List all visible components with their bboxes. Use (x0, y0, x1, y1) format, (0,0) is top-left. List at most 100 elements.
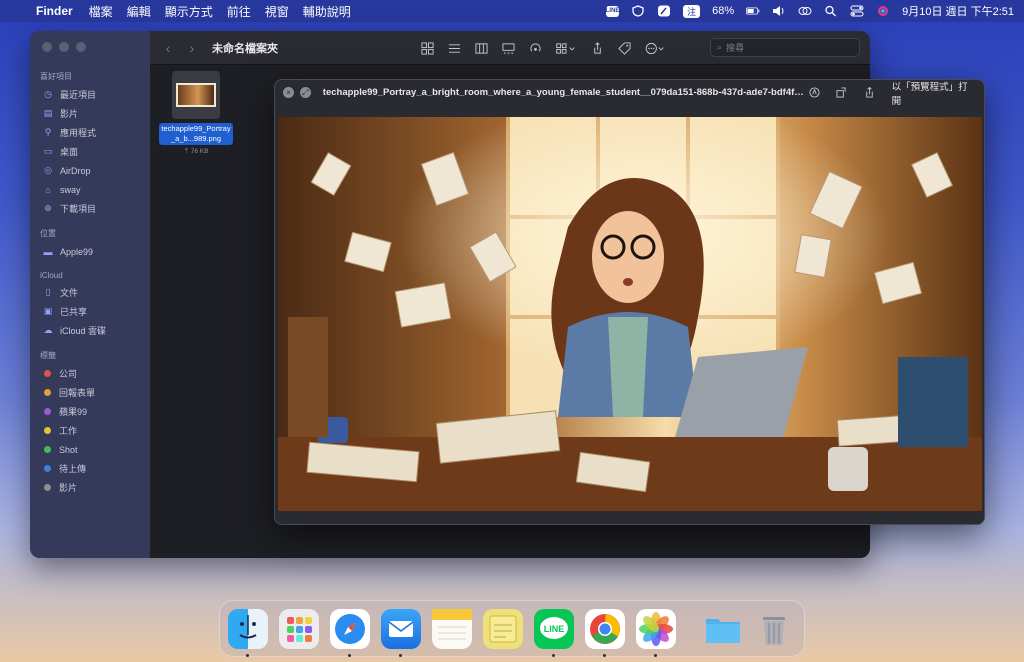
sidebar-tag-report[interactable]: 回報表單 (30, 383, 150, 402)
battery-icon[interactable] (746, 5, 760, 17)
disk-icon: ▬ (43, 246, 53, 257)
dock-downloads-folder-icon[interactable] (703, 609, 743, 649)
open-with-preview-button[interactable]: 以「預覽程式」打開 (892, 80, 976, 107)
column-view-icon[interactable] (474, 41, 488, 55)
control-center-icon[interactable] (850, 5, 864, 17)
sidebar-item-apple99[interactable]: ▬ Apple99 (30, 242, 150, 261)
tag-dot-icon (44, 408, 51, 415)
dock-photos-icon[interactable] (636, 608, 676, 657)
desktop-icon: ▭ (43, 146, 53, 156)
quick-look-titlebar: × ⤢ techapple99_Portray_a_bright_room_wh… (275, 80, 984, 107)
dock-trash-icon[interactable] (754, 609, 794, 649)
sidebar-item-documents[interactable]: ▯ 文件 (30, 283, 150, 302)
clock-icon: ◷ (44, 89, 52, 99)
forward-button[interactable]: › (180, 40, 204, 56)
feather-status-icon[interactable] (657, 5, 671, 17)
sidebar-item-home[interactable]: ⌂ sway (30, 180, 150, 199)
sidebar-tag-company[interactable]: 公司 (30, 364, 150, 383)
gallery-view-icon[interactable] (501, 41, 515, 55)
running-indicator (654, 653, 657, 657)
sidebar-item-downloads[interactable]: ⊕ 下載項目 (30, 199, 150, 218)
file-thumbnail[interactable] (172, 71, 220, 119)
dock-safari-icon[interactable] (330, 608, 370, 657)
fullscreen-icon[interactable]: ⤢ (299, 87, 311, 98)
spotlight-search-icon[interactable] (824, 5, 838, 17)
menu-view[interactable]: 顯示方式 (165, 3, 213, 20)
sidebar-item-applications[interactable]: ⚲ 應用程式 (30, 123, 150, 142)
dock-line-icon[interactable]: LINE (534, 608, 574, 657)
menu-go[interactable]: 前往 (227, 3, 251, 20)
rotate-icon[interactable] (836, 87, 848, 99)
markup-icon[interactable] (808, 87, 820, 99)
sidebar-item-shared[interactable]: ▣ 已共享 (30, 302, 150, 321)
airdrop-icon: ◎ (44, 165, 52, 175)
dock-notes-icon[interactable] (432, 608, 472, 649)
minimize-button[interactable] (59, 42, 69, 52)
dock-finder-icon[interactable] (228, 608, 268, 657)
menu-edit[interactable]: 編輯 (127, 3, 151, 20)
tag-dot-icon (44, 389, 51, 396)
running-indicator (399, 653, 402, 657)
file-name-label[interactable]: techapple99_Portray_a_b...989.png (159, 123, 233, 145)
siri-icon[interactable] (876, 5, 890, 17)
list-view-icon[interactable] (447, 41, 461, 55)
input-method-icon[interactable]: 注 (683, 4, 701, 18)
running-indicator (603, 653, 606, 657)
running-indicator (348, 653, 351, 657)
icon-view-icon[interactable] (420, 41, 434, 55)
menu-clock[interactable]: 9月10日 週日 下午2:51 (902, 3, 1014, 19)
close-icon[interactable]: × (283, 87, 294, 98)
window-title: 未命名檔案夾 (212, 42, 278, 55)
sidebar-item-movies[interactable]: ▤ 影片 (30, 104, 150, 123)
sidebar-header-locations: 位置 (40, 229, 56, 238)
shield-status-icon[interactable] (631, 5, 645, 17)
sidebar-item-desktop[interactable]: ▭ 桌面 (30, 142, 150, 161)
menu-help[interactable]: 輔助說明 (303, 3, 351, 20)
sidebar-tag-shot[interactable]: Shot (30, 440, 150, 459)
quick-look-image (278, 117, 982, 511)
file-size-label: ⇡ 76 KB (183, 148, 209, 155)
group-menu-icon[interactable] (555, 41, 577, 55)
portrait-illustration (278, 117, 982, 511)
tag-dot-icon (44, 465, 51, 472)
dock-mail-icon[interactable] (381, 608, 421, 657)
sidebar-tag-apple99[interactable]: 蘋果99 (30, 402, 150, 421)
volume-icon[interactable] (772, 5, 786, 17)
back-button[interactable]: ‹ (156, 40, 180, 56)
quick-look-window: × ⤢ techapple99_Portray_a_bright_room_wh… (274, 79, 985, 525)
line-status-icon[interactable]: LINE (606, 5, 619, 17)
finder-sidebar: 喜好項目 ◷ 最近項目 ▤ 影片 ⚲ 應用程式 ▭ 桌面 ◎ AirDrop ⌂ sway … (30, 31, 150, 558)
close-button[interactable] (42, 42, 52, 52)
sidebar-header-favorites: 喜好項目 (40, 72, 72, 81)
share-icon[interactable] (590, 41, 604, 55)
image-thumbnail-icon (176, 83, 216, 107)
menu-window[interactable]: 視窗 (265, 3, 289, 20)
search-field[interactable]: ⌕ 搜尋 (710, 38, 860, 57)
menu-file[interactable]: 檔案 (89, 3, 113, 20)
file-icon-item[interactable]: techapple99_Portray_a_b...989.png ⇡ 76 K… (156, 71, 236, 155)
more-actions-icon[interactable] (644, 41, 666, 55)
sidebar-tag-work[interactable]: 工作 (30, 421, 150, 440)
cloud-icon: ☁ (43, 325, 53, 335)
zoom-button[interactable] (76, 42, 86, 52)
screen-mirroring-icon[interactable] (798, 5, 812, 17)
dock-launchpad-icon[interactable] (279, 608, 319, 649)
airdrop-share-icon[interactable] (528, 41, 542, 55)
finder-toolbar: ‹ › 未命名檔案夾 ⌕ 搜尋 (150, 31, 870, 65)
sidebar-item-airdrop[interactable]: ◎ AirDrop (30, 161, 150, 180)
dock-stickies-icon[interactable] (483, 608, 523, 649)
sidebar-item-recents[interactable]: ◷ 最近項目 (30, 85, 150, 104)
dock-chrome-icon[interactable] (585, 608, 625, 657)
tag-icon[interactable] (617, 41, 631, 55)
sidebar-item-icloud-drive[interactable]: ☁ iCloud 雲碟 (30, 321, 150, 340)
search-icon: ⌕ (717, 42, 723, 52)
tag-dot-icon (44, 427, 51, 434)
sidebar-tag-video[interactable]: 影片 (30, 478, 150, 497)
share-icon[interactable] (864, 87, 876, 99)
menu-app-name[interactable]: Finder (36, 4, 73, 18)
sidebar-tag-to-upload[interactable]: 待上傳 (30, 459, 150, 478)
applications-icon: ⚲ (44, 127, 52, 137)
running-indicator (552, 653, 555, 657)
document-icon: ▯ (45, 287, 51, 297)
window-controls (42, 42, 86, 52)
